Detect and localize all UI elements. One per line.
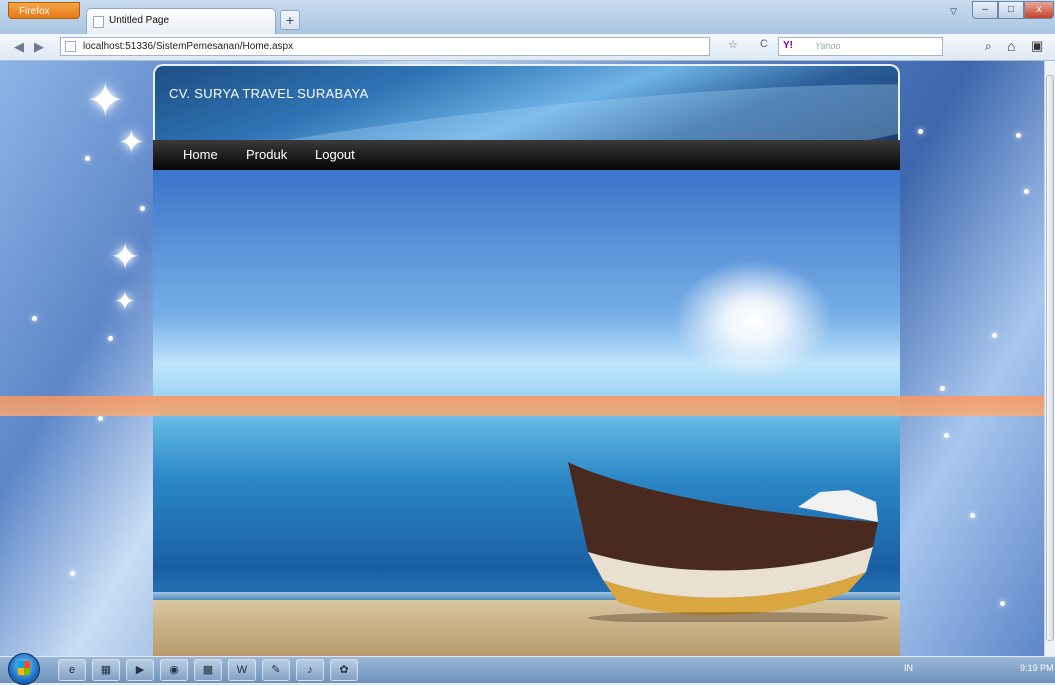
minimize-button[interactable]: – xyxy=(972,1,998,19)
reload-icon[interactable]: C xyxy=(760,38,768,50)
menu-item-home[interactable]: Home xyxy=(183,147,218,162)
sparkle-decoration: ✦ xyxy=(110,236,141,277)
browser-tab[interactable]: Untitled Page xyxy=(86,8,276,34)
star-dot xyxy=(1016,133,1021,138)
star-dot xyxy=(85,156,90,161)
taskbar-media-icon[interactable]: ▶ xyxy=(126,659,154,681)
search-placeholder: Yahoo xyxy=(815,41,841,51)
sparkle-decoration: ✦ xyxy=(118,124,145,160)
star-dot xyxy=(32,316,37,321)
close-button[interactable]: x xyxy=(1024,1,1054,19)
start-button[interactable] xyxy=(8,653,40,685)
star-dot xyxy=(992,333,997,338)
new-tab-button[interactable]: + xyxy=(280,10,300,30)
taskbar-ie-icon[interactable]: e xyxy=(58,659,86,681)
star-dot xyxy=(70,571,75,576)
taskbar-word-icon[interactable]: W xyxy=(228,659,256,681)
addon-icon[interactable]: ▣ xyxy=(1031,38,1043,54)
taskbar-firefox-icon[interactable]: ◉ xyxy=(160,659,188,681)
star-dot xyxy=(970,513,975,518)
yahoo-icon[interactable]: Y! xyxy=(783,40,793,51)
home-icon[interactable]: ⌂ xyxy=(1007,38,1015,54)
firefox-menu-button[interactable]: Firefox xyxy=(8,2,80,19)
system-clock[interactable]: 9:19 PM xyxy=(1020,663,1054,673)
site-identity-icon[interactable] xyxy=(65,41,76,52)
screen-glitch-band xyxy=(0,396,1044,416)
sparkle-decoration: ✦ xyxy=(114,286,136,316)
star-dot xyxy=(940,386,945,391)
taskbar-explorer-icon[interactable]: ▦ xyxy=(92,659,120,681)
back-icon[interactable]: ◀ xyxy=(14,39,24,55)
site-header: CV. SURYA TRAVEL SURABAYA xyxy=(153,64,900,140)
site-page: CV. SURYA TRAVEL SURABAYA Home Produk Lo… xyxy=(153,64,900,656)
bookmark-star-icon[interactable]: ☆ xyxy=(728,38,738,51)
navigation-toolbar: ◀ ▶ localhost:51336/SistemPemesanan/Home… xyxy=(0,34,1055,61)
site-title: CV. SURYA TRAVEL SURABAYA xyxy=(169,86,369,101)
site-menu: Home Produk Logout xyxy=(153,140,900,170)
windows-taskbar: e ▦ ▶ ◉ ▩ W ✎ ♪ ✿ IN 9:19 PM xyxy=(0,653,1055,685)
star-dot xyxy=(108,336,113,341)
menu-item-logout[interactable]: Logout xyxy=(315,147,355,162)
page-icon xyxy=(93,16,104,28)
forward-icon[interactable]: ▶ xyxy=(34,39,44,55)
star-dot xyxy=(98,416,103,421)
vertical-scrollbar[interactable] xyxy=(1044,61,1055,656)
taskbar-app-icon[interactable]: ✎ xyxy=(262,659,290,681)
language-indicator[interactable]: IN xyxy=(904,663,913,673)
star-dot xyxy=(918,129,923,134)
url-text: localhost:51336/SistemPemesanan/Home.asp… xyxy=(83,41,294,52)
sparkle-decoration: ✦ xyxy=(86,74,125,126)
header-swoosh-decoration xyxy=(155,66,898,140)
sun-glow xyxy=(673,260,833,380)
menu-item-produk[interactable]: Produk xyxy=(246,147,287,162)
scrollbar-thumb[interactable] xyxy=(1046,75,1054,641)
star-dot xyxy=(1000,601,1005,606)
maximize-button[interactable]: □ xyxy=(998,1,1024,19)
star-dot xyxy=(944,433,949,438)
taskbar-app-icon[interactable]: ♪ xyxy=(296,659,324,681)
star-dot xyxy=(1024,189,1029,194)
boat-illustration xyxy=(568,462,888,622)
taskbar-app-icon[interactable]: ✿ xyxy=(330,659,358,681)
windows-logo-icon xyxy=(18,661,30,675)
browser-titlebar: Firefox Untitled Page + ▽ – □ x xyxy=(0,0,1055,34)
search-icon[interactable]: ⌕ xyxy=(985,39,992,54)
page-viewport: ✦ ✦ ✦ ✦ CV. SURYA TRAVEL SURABAYA Home P… xyxy=(0,61,1044,656)
list-all-tabs-icon[interactable]: ▽ xyxy=(950,6,957,17)
tab-title: Untitled Page xyxy=(109,15,170,26)
star-dot xyxy=(140,206,145,211)
search-input[interactable]: Y! Yahoo xyxy=(778,37,943,56)
address-bar[interactable]: localhost:51336/SistemPemesanan/Home.asp… xyxy=(60,37,710,56)
taskbar-app-icon[interactable]: ▩ xyxy=(194,659,222,681)
